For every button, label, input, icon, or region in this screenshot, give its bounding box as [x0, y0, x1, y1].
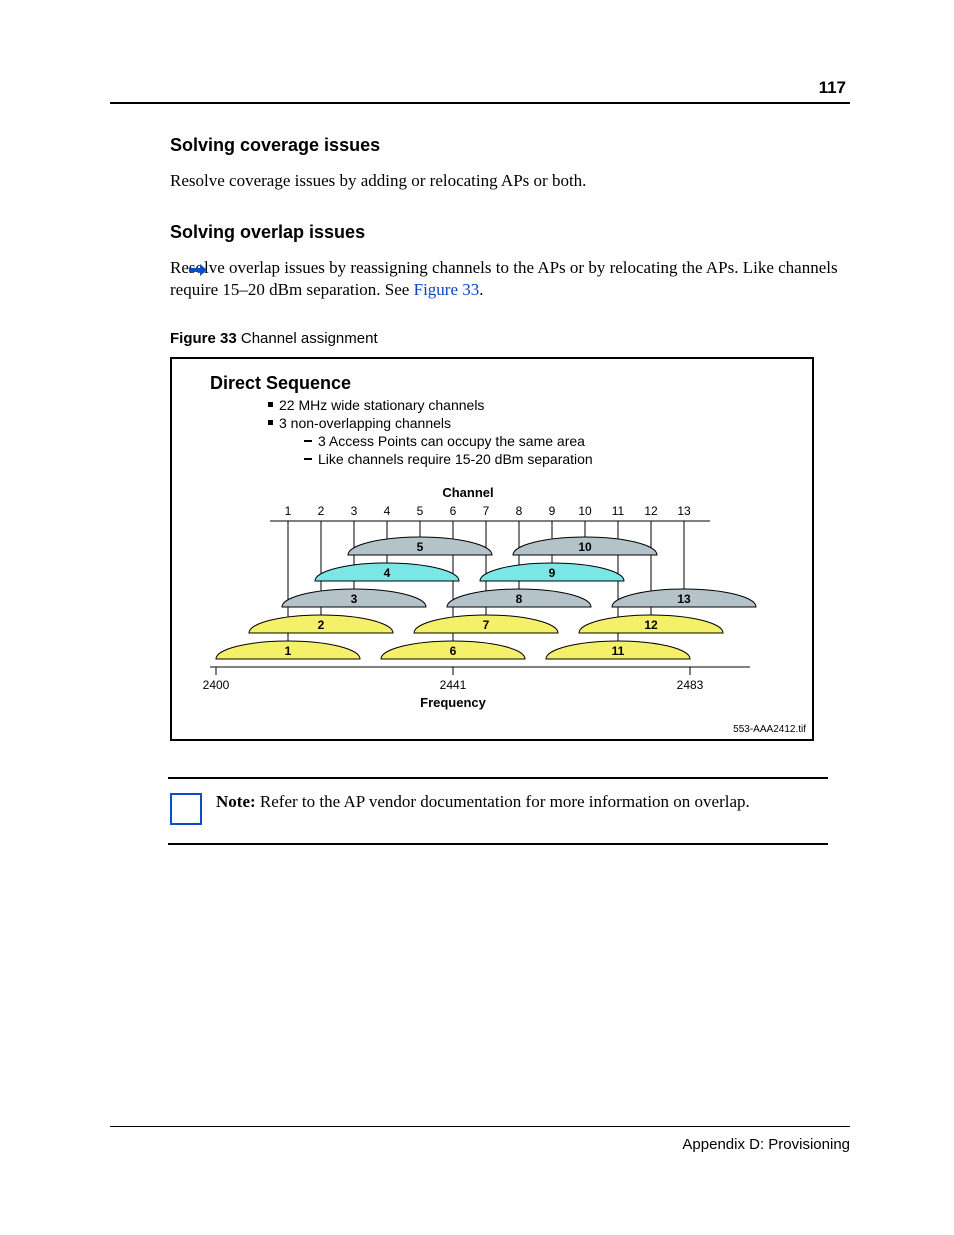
svg-text:2: 2 [318, 618, 325, 632]
note-label: Note: [216, 792, 256, 811]
svg-text:7: 7 [483, 618, 490, 632]
svg-text:1: 1 [285, 644, 292, 658]
note-text: Note: Refer to the AP vendor documentati… [216, 789, 750, 813]
figure-subbullet-2: Like channels require 15-20 dBm separati… [304, 451, 593, 467]
axis-label-channel: Channel [442, 487, 493, 500]
figure-bullet-2: 3 non-overlapping channels [268, 415, 451, 431]
svg-text:7: 7 [483, 504, 490, 518]
svg-text:13: 13 [677, 592, 691, 606]
figure-title: Direct Sequence [210, 373, 351, 394]
note-body: Refer to the AP vendor documentation for… [256, 792, 750, 811]
main-content: Solving coverage issues Resolve coverage… [170, 135, 850, 845]
svg-text:8: 8 [516, 504, 523, 518]
heading-overlap: Solving overlap issues [170, 222, 850, 243]
svg-text:2: 2 [318, 504, 325, 518]
svg-text:6: 6 [450, 504, 457, 518]
svg-text:1: 1 [285, 504, 292, 518]
figure-subbullet-1: 3 Access Points can occupy the same area [304, 433, 585, 449]
figure-caption-label: Figure 33 [170, 330, 237, 347]
svg-text:5: 5 [417, 504, 424, 518]
svg-text:8: 8 [516, 592, 523, 606]
footer-rule [110, 1126, 850, 1127]
figure-source-cite: 553-AAA2412.tif [733, 724, 806, 735]
figure-bullet-1: 22 MHz wide stationary channels [268, 397, 484, 413]
paragraph-coverage: Resolve coverage issues by adding or rel… [170, 170, 850, 192]
svg-text:12: 12 [644, 618, 658, 632]
figure-box: Direct Sequence 22 MHz wide stationary c… [170, 357, 814, 741]
svg-text:13: 13 [677, 504, 691, 518]
note-block: Note: Refer to the AP vendor documentati… [168, 777, 828, 845]
figure-caption-text: Channel assignment [237, 330, 378, 347]
note-arrow-icon [170, 793, 202, 825]
channel-tick-labels: 1 2 3 4 5 6 7 8 9 10 11 12 13 [285, 504, 691, 518]
header-rule [110, 102, 850, 104]
svg-text:4: 4 [384, 566, 391, 580]
svg-text:2441: 2441 [440, 678, 467, 692]
figure-xref-link[interactable]: Figure 33 [414, 280, 480, 299]
paragraph-overlap: Resolve overlap issues by reassigning ch… [170, 257, 850, 301]
svg-text:3: 3 [351, 592, 358, 606]
svg-text:3: 3 [351, 504, 358, 518]
svg-text:4: 4 [384, 504, 391, 518]
svg-text:11: 11 [612, 644, 625, 658]
overlap-text-post: . [479, 280, 483, 299]
svg-text:10: 10 [578, 504, 592, 518]
channel-lobes [216, 537, 756, 659]
svg-text:10: 10 [578, 540, 592, 554]
overlap-text-pre: Resolve overlap issues by reassigning ch… [170, 258, 838, 299]
svg-text:5: 5 [417, 540, 424, 554]
figure-caption: Figure 33 Channel assignment [170, 330, 850, 347]
heading-coverage: Solving coverage issues [170, 135, 850, 156]
channel-diagram: Channel 1 2 3 4 5 6 7 8 9 10 11 12 13 [190, 487, 800, 715]
frequency-tick-labels: 2400 2441 2483 [203, 678, 704, 692]
channel-ticks [288, 521, 684, 529]
svg-text:9: 9 [549, 504, 556, 518]
axis-label-frequency: Frequency [420, 695, 487, 710]
footer-text: Appendix D: Provisioning [682, 1136, 850, 1153]
page-number: 117 [819, 78, 846, 98]
svg-text:2483: 2483 [677, 678, 704, 692]
svg-text:11: 11 [612, 504, 625, 518]
svg-text:12: 12 [644, 504, 658, 518]
svg-text:2400: 2400 [203, 678, 230, 692]
svg-text:6: 6 [450, 644, 457, 658]
svg-text:9: 9 [549, 566, 556, 580]
